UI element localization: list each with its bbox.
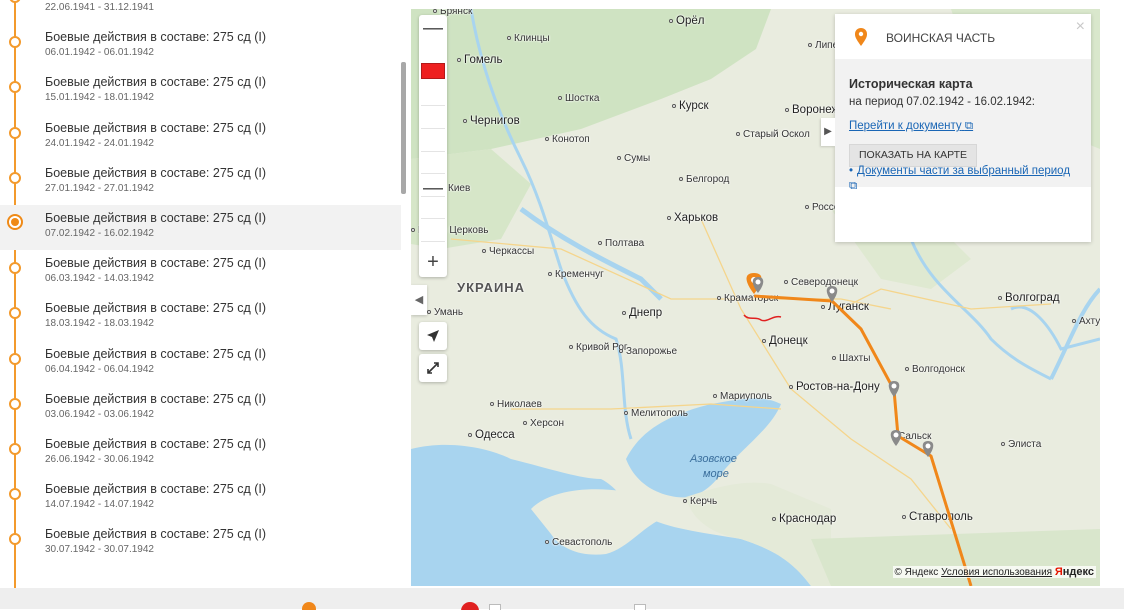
timeline-item-date: 14.07.1942 - 14.07.1942	[45, 499, 154, 511]
legend-checkbox[interactable]	[489, 604, 501, 610]
navigation-arrow-icon	[427, 330, 439, 342]
timeline-item-title: Боевые действия в составе: 275 сд (I)	[45, 346, 267, 361]
info-panel: ▶ ВОИНСКАЯ ЧАСТЬ × Историческая карта на…	[821, 14, 1091, 242]
copyright-text: © Яндекс	[894, 567, 939, 578]
terms-link[interactable]: Условия использования	[941, 567, 1052, 578]
timeline-item-title: Боевые действия в составе: 275 сд (I)	[45, 301, 267, 316]
timeline-item-date: 06.01.1942 - 06.01.1942	[45, 47, 154, 59]
timeline-dot	[9, 533, 21, 546]
location-pin-icon	[855, 28, 867, 46]
timeline-item-title: Боевые действия в составе: 275 сд (I)	[45, 256, 267, 271]
timeline-item-title: Боевые действия в составе: 275 сд (I)	[45, 482, 267, 497]
chevron-right-icon: ▶	[824, 126, 832, 137]
timeline-item-date: 30.07.1942 - 30.07.1942	[45, 544, 154, 556]
timeline-dot	[9, 0, 21, 3]
timeline-item-date: 06.04.1942 - 06.04.1942	[45, 363, 154, 375]
chevron-left-icon: ◀	[414, 294, 424, 306]
timeline-item-date: 24.01.1942 - 24.01.1942	[45, 137, 154, 149]
timeline-panel: Боевые действия в составе: 275 сд (I) 22.…	[0, 0, 409, 588]
collapse-sidebar-button[interactable]: ◀	[411, 285, 427, 315]
timeline-item-date: 18.03.1942 - 18.03.1942	[45, 318, 154, 330]
map-marker-gray	[922, 441, 934, 457]
map-marker-gray	[890, 430, 902, 446]
timeline-item-title: Боевые действия в составе: 275 сд (I)	[45, 211, 267, 225]
timeline-item-date: 03.06.1942 - 03.06.1942	[45, 408, 154, 420]
panel-type-label: ВОИНСКАЯ ЧАСТЬ	[886, 31, 996, 45]
timeline-item-title: Боевые действия в составе: 275 сд (I)	[45, 527, 267, 542]
zoom-out-button[interactable]: —	[419, 15, 447, 43]
timeline-item[interactable]: Боевые действия в составе: 275 сд (I) 26.…	[0, 431, 401, 476]
timeline-item-title: Боевые действия в составе: 275 сд (I)	[45, 165, 267, 180]
close-icon[interactable]: ×	[1076, 18, 1085, 36]
timeline-item-title: Боевые действия в составе: 275 сд (I)	[45, 437, 267, 451]
timeline-item-date: 22.06.1941 - 31.12.1941	[45, 2, 154, 13]
timeline-dot	[9, 36, 21, 49]
timeline-item-date: 27.01.1942 - 27.01.1942	[45, 182, 154, 194]
yandex-logo: Яндекс	[1054, 566, 1094, 578]
timeline-item-date: 06.03.1942 - 14.03.1942	[45, 273, 154, 285]
timeline-dot	[9, 488, 21, 501]
timeline-item[interactable]: Боевые действия в составе: 275 сд (I) 30.…	[0, 521, 401, 566]
map-attribution: © Яндекс Условия использования Яндекс	[892, 566, 1096, 578]
timeline-item-title: Боевые действия в составе: 275 сд (I)	[45, 391, 267, 406]
timeline-dot	[9, 307, 21, 320]
legend-checkbox[interactable]	[634, 604, 646, 610]
timeline-item-date: 07.02.1942 - 16.02.1942	[45, 228, 154, 239]
timeline-item[interactable]: Боевые действия в составе: 275 сд (I) 18.…	[0, 295, 401, 340]
panel-period: на период 07.02.1942 - 16.02.1942:	[849, 96, 1035, 108]
timeline-dot	[9, 171, 21, 184]
timeline-item[interactable]: Боевые действия в составе: 275 сд (I) 07.…	[0, 205, 401, 250]
timeline-item-date: 26.06.1942 - 30.06.1942	[45, 454, 154, 465]
timeline-dot	[9, 397, 21, 410]
go-to-document-label: Перейти к документу	[849, 120, 962, 132]
slider-handle-icon: —	[423, 177, 443, 199]
timeline-item[interactable]: Боевые действия в составе: 275 сд (I)22.…	[0, 0, 401, 24]
timeline-dot	[9, 443, 21, 455]
minus-icon: —	[423, 17, 443, 39]
panel-header: ВОИНСКАЯ ЧАСТЬ ×	[835, 14, 1091, 59]
timeline-item-date: 15.01.1942 - 18.01.1942	[45, 92, 154, 104]
external-link-icon: ⧉	[849, 180, 858, 192]
plus-icon: +	[427, 251, 439, 273]
timeline-item[interactable]: Боевые действия в составе: 275 сд (I) 06.…	[0, 24, 401, 69]
timeline-dot	[9, 262, 21, 275]
map-marker-gray	[888, 381, 900, 397]
legend-bar	[0, 588, 1124, 610]
timeline-item-title: Боевые действия в составе: 275 сд (I)	[45, 120, 267, 135]
unit-documents-link[interactable]: • Документы части за выбранный период ⧉	[849, 164, 1081, 194]
expand-icon	[427, 362, 439, 374]
timeline-dot	[9, 352, 21, 365]
panel-heading: Историческая карта	[849, 77, 973, 91]
map-view[interactable]: Орёл Клинцы Брянск Гомель Липецк Шостка Курск В…	[411, 9, 1100, 586]
external-link-icon: ⧉	[964, 120, 974, 132]
go-to-document-link[interactable]: Перейти к документу ⧉	[849, 120, 973, 133]
timeline-dot	[9, 81, 21, 94]
timeline-scrollbar[interactable]	[401, 62, 406, 194]
timeline-item[interactable]: Боевые действия в составе: 275 сд (I) 03.…	[0, 386, 401, 431]
collapse-panel-button[interactable]: ▶	[821, 118, 835, 146]
red-marker-swatch	[421, 63, 445, 79]
timeline-item[interactable]: Боевые действия в составе: 275 сд (I) 15.…	[0, 69, 401, 114]
timeline-item[interactable]: Боевые действия в составе: 275 сд (I) 24.…	[0, 115, 401, 160]
timeline-item-title: Боевые действия в составе: 275 сд (I)	[45, 75, 267, 90]
timeline-item[interactable]: Боевые действия в составе: 275 сд (I) 27.…	[0, 160, 401, 205]
route-line	[753, 294, 973, 586]
timeline-item[interactable]: Боевые действия в составе: 275 сд (I) 06.…	[0, 250, 401, 295]
locate-button[interactable]	[419, 322, 447, 350]
fullscreen-button[interactable]	[419, 354, 447, 382]
unit-documents-label: Документы части за выбранный период	[857, 165, 1071, 177]
zoom-slider-handle[interactable]: —	[419, 175, 447, 203]
timeline-item[interactable]: Боевые действия в составе: 275 сд (I) 06.…	[0, 341, 401, 386]
bullet-icon: •	[849, 165, 854, 177]
zoom-control: — — +	[419, 15, 447, 277]
zoom-in-button[interactable]: +	[419, 249, 447, 277]
handwritten-underline	[743, 314, 782, 322]
timeline-item-title: Боевые действия в составе: 275 сд (I)	[45, 30, 267, 45]
timeline-item[interactable]: Боевые действия в составе: 275 сд (I) 14.…	[0, 476, 401, 521]
timeline-dot	[9, 126, 21, 139]
timeline-dot	[7, 214, 23, 230]
